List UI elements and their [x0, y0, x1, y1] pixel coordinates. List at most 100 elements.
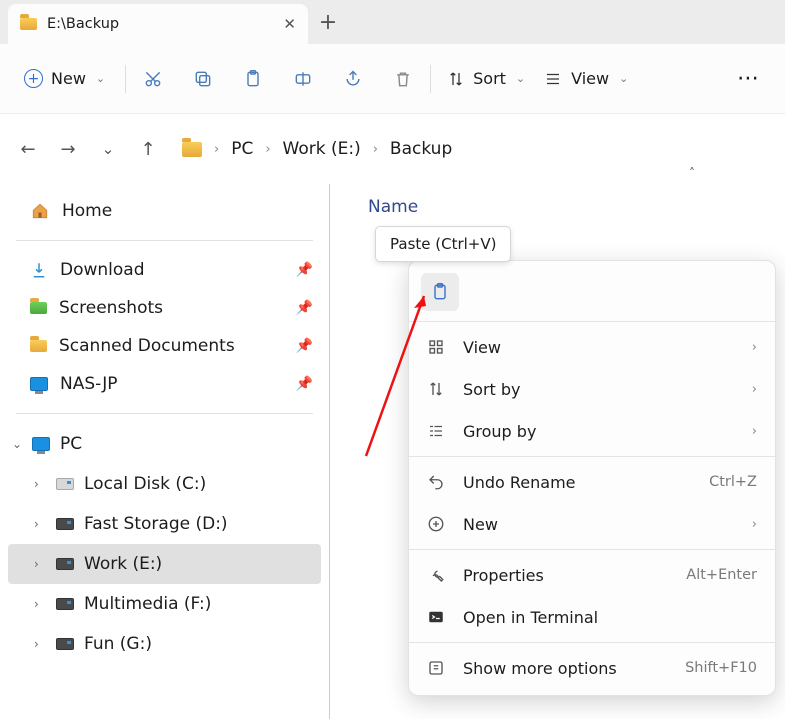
sidebar-item-screenshots[interactable]: Screenshots 📌 — [8, 289, 321, 327]
sidebar-pc[interactable]: ⌄ PC — [8, 424, 321, 464]
ctx-label: Group by — [463, 422, 536, 441]
more-options-icon — [427, 659, 445, 677]
divider — [430, 65, 431, 93]
undo-icon — [427, 473, 445, 491]
breadcrumb-seg-pc[interactable]: PC — [231, 139, 253, 159]
pin-icon: 📌 — [296, 300, 313, 316]
breadcrumb[interactable]: › PC › Work (E:) › Backup — [182, 139, 452, 159]
sidebar-item-label: NAS-JP — [60, 374, 117, 394]
pin-icon: 📌 — [296, 376, 313, 392]
forward-button[interactable]: → — [48, 129, 88, 169]
divider — [409, 456, 775, 457]
ctx-label: Sort by — [463, 380, 521, 399]
sidebar-item-label: Scanned Documents — [59, 336, 235, 356]
breadcrumb-seg-drive[interactable]: Work (E:) — [283, 139, 361, 159]
folder-icon — [20, 18, 37, 30]
back-button[interactable]: ← — [8, 129, 48, 169]
chevron-right-icon: › — [752, 424, 757, 439]
chevron-right-icon[interactable]: › — [34, 557, 39, 571]
chevron-right-icon[interactable]: › — [34, 637, 39, 651]
context-menu: View › Sort by › Group by › Undo Rename … — [408, 260, 776, 696]
new-tab-button[interactable]: + — [308, 0, 348, 44]
chevron-right-icon[interactable]: › — [34, 597, 39, 611]
more-button[interactable]: ⋯ — [737, 66, 765, 91]
chevron-down-icon[interactable]: ⌄ — [12, 437, 22, 451]
chevron-right-icon: › — [752, 382, 757, 397]
disk-icon — [56, 598, 74, 610]
divider — [16, 413, 313, 414]
sort-button[interactable]: Sort ⌄ — [447, 69, 525, 88]
ctx-undo[interactable]: Undo Rename Ctrl+Z — [409, 461, 775, 503]
group-icon — [427, 422, 445, 440]
nav-row: ← → ⌄ ↑ › PC › Work (E:) › Backup — [0, 114, 785, 184]
sort-icon — [427, 380, 445, 398]
divider — [16, 240, 313, 241]
sidebar-home[interactable]: Home — [8, 192, 321, 230]
sidebar-item-label: Local Disk (C:) — [84, 474, 206, 494]
chevron-right-icon: › — [265, 142, 270, 157]
tooltip-text: Paste (Ctrl+V) — [390, 235, 496, 253]
wrench-icon — [427, 566, 445, 584]
rename-icon[interactable] — [292, 68, 314, 90]
new-button[interactable]: + New ⌄ — [20, 63, 109, 94]
ctx-shortcut: Shift+F10 — [685, 660, 757, 676]
grid-icon — [427, 338, 445, 356]
ctx-label: View — [463, 338, 501, 357]
ctx-terminal[interactable]: Open in Terminal — [409, 596, 775, 638]
up-button[interactable]: ↑ — [128, 129, 168, 169]
sort-indicator-icon: ˄ — [689, 166, 695, 180]
view-label: View — [571, 69, 609, 88]
ctx-more-options[interactable]: Show more options Shift+F10 — [409, 647, 775, 689]
folder-icon — [30, 302, 47, 314]
chevron-right-icon[interactable]: › — [34, 477, 39, 491]
ctx-view[interactable]: View › — [409, 326, 775, 368]
paste-icon[interactable] — [242, 68, 264, 90]
chevron-right-icon: › — [373, 142, 378, 157]
divider — [409, 549, 775, 550]
sidebar-drive-c[interactable]: › Local Disk (C:) — [8, 464, 321, 504]
sidebar-home-label: Home — [62, 201, 112, 221]
ctx-label: Undo Rename — [463, 473, 576, 492]
ctx-sort-by[interactable]: Sort by › — [409, 368, 775, 410]
column-header-name[interactable]: Name — [330, 184, 785, 230]
ctx-group-by[interactable]: Group by › — [409, 410, 775, 452]
sidebar-item-label: Work (E:) — [84, 554, 162, 574]
delete-icon[interactable] — [392, 68, 414, 90]
ctx-shortcut: Ctrl+Z — [709, 474, 757, 490]
share-icon[interactable] — [342, 68, 364, 90]
breadcrumb-seg-folder[interactable]: Backup — [390, 139, 452, 159]
sidebar-item-download[interactable]: Download 📌 — [8, 251, 321, 289]
view-button[interactable]: View ⌄ — [543, 69, 628, 88]
tab-title: E:\Backup — [47, 16, 119, 32]
ctx-new[interactable]: New › — [409, 503, 775, 545]
toolbar: + New ⌄ — [0, 44, 785, 114]
sidebar-item-label: Multimedia (F:) — [84, 594, 211, 614]
divider — [409, 642, 775, 643]
copy-icon[interactable] — [192, 68, 214, 90]
pin-icon: 📌 — [296, 338, 313, 354]
sidebar-item-nas[interactable]: NAS-JP 📌 — [8, 365, 321, 403]
cut-icon[interactable] — [142, 68, 164, 90]
sidebar-item-label: Fun (G:) — [84, 634, 152, 654]
sidebar-drive-d[interactable]: › Fast Storage (D:) — [8, 504, 321, 544]
history-dropdown[interactable]: ⌄ — [88, 129, 128, 169]
ctx-label: Show more options — [463, 659, 617, 678]
sidebar-drive-e[interactable]: › Work (E:) — [8, 544, 321, 584]
paste-tooltip: Paste (Ctrl+V) — [375, 226, 511, 262]
close-tab-button[interactable]: ✕ — [283, 15, 296, 33]
ctx-properties[interactable]: Properties Alt+Enter — [409, 554, 775, 596]
chevron-right-icon: › — [214, 142, 219, 157]
sidebar-drive-f[interactable]: › Multimedia (F:) — [8, 584, 321, 624]
ctx-paste-button[interactable] — [421, 273, 459, 311]
sidebar-item-scanned[interactable]: Scanned Documents 📌 — [8, 327, 321, 365]
chevron-down-icon: ⌄ — [96, 72, 105, 85]
chevron-down-icon: ⌄ — [619, 72, 628, 85]
ctx-label: Open in Terminal — [463, 608, 598, 627]
disk-icon — [56, 478, 74, 490]
active-tab[interactable]: E:\Backup ✕ — [8, 4, 308, 44]
sort-icon — [447, 70, 465, 88]
sidebar-drive-g[interactable]: › Fun (G:) — [8, 624, 321, 664]
divider — [409, 321, 775, 322]
chevron-right-icon[interactable]: › — [34, 517, 39, 531]
paste-icon — [430, 282, 450, 302]
